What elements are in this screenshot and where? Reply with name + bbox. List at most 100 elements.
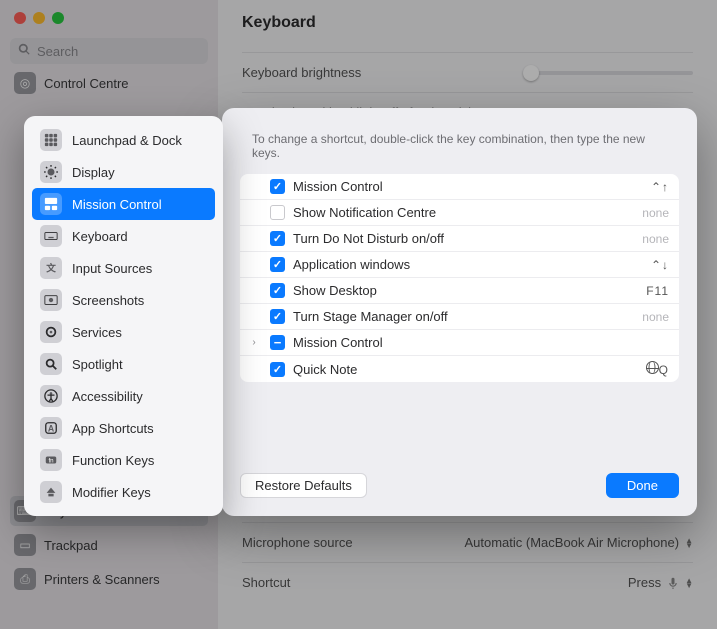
disclosure-icon: › — [246, 337, 262, 348]
sidebar-item-control-centre[interactable]: ◎ Control Centre — [10, 68, 208, 98]
shortcut-row[interactable]: Show DesktopF11 — [240, 277, 679, 303]
app-shortcuts-icon: A — [40, 417, 62, 439]
page-title: Keyboard — [242, 14, 693, 32]
mission-control-icon — [40, 193, 62, 215]
shortcut-keys[interactable]: none — [642, 206, 669, 220]
input-sources-icon: 文 — [40, 257, 62, 279]
sheet-button-bar: Restore Defaults Done — [240, 461, 679, 498]
category-label: Launchpad & Dock — [72, 133, 182, 148]
category-label: Input Sources — [72, 261, 152, 276]
spotlight-icon — [40, 353, 62, 375]
shortcut-row[interactable]: ›Mission Control — [240, 329, 679, 355]
category-function-keys[interactable]: fn Function Keys — [32, 444, 215, 476]
printers-icon: ⎙ — [14, 568, 36, 590]
mic-icon — [667, 577, 679, 589]
shortcut-keys[interactable]: none — [642, 310, 669, 324]
trackpad-icon: ▭ — [14, 534, 36, 556]
display-icon — [40, 161, 62, 183]
category-popover: Launchpad & Dock Display Mission Control Ke… — [24, 116, 223, 516]
category-accessibility[interactable]: Accessibility — [32, 380, 215, 412]
shortcut-row[interactable]: Mission Control⌃↑ — [240, 174, 679, 199]
category-label: Accessibility — [72, 389, 143, 404]
search-input[interactable]: Search — [10, 38, 208, 64]
globe-icon — [646, 361, 659, 374]
sidebar-item-printers[interactable]: ⎙ Printers & Scanners — [10, 564, 208, 594]
shortcut-keys[interactable]: F11 — [646, 284, 669, 298]
shortcut-keys[interactable]: ⌃↓ — [651, 258, 669, 272]
brightness-label: Keyboard brightness — [242, 65, 361, 80]
shortcut-list: Mission Control⌃↑Show Notification Centr… — [240, 174, 679, 382]
shortcut-row[interactable]: Application windows⌃↓ — [240, 251, 679, 277]
sidebar-item-label: Printers & Scanners — [44, 572, 160, 587]
search-icon — [18, 43, 31, 59]
search-placeholder: Search — [37, 44, 78, 59]
checkbox[interactable] — [270, 362, 285, 377]
category-keyboard[interactable]: Keyboard — [32, 220, 215, 252]
category-label: Display — [72, 165, 115, 180]
screenshots-icon — [40, 289, 62, 311]
category-label: Services — [72, 325, 122, 340]
checkbox[interactable] — [270, 179, 285, 194]
shortcut-row[interactable]: Show Notification Centrenone — [240, 199, 679, 225]
shortcuts-sheet: To change a shortcut, double-click the k… — [222, 108, 697, 516]
category-app-shortcuts[interactable]: AApp Shortcuts — [32, 412, 215, 444]
category-label: Screenshots — [72, 293, 144, 308]
checkbox[interactable] — [270, 283, 285, 298]
category-label: Modifier Keys — [72, 485, 151, 500]
shortcut-row[interactable]: Turn Do Not Disturb on/offnone — [240, 225, 679, 251]
shortcut-name: Application windows — [293, 257, 651, 272]
svg-text:fn: fn — [48, 458, 53, 465]
category-input-sources[interactable]: 文 Input Sources — [32, 252, 215, 284]
checkbox[interactable] — [270, 309, 285, 324]
brightness-slider[interactable] — [523, 71, 693, 75]
category-screenshots[interactable]: Screenshots — [32, 284, 215, 316]
checkbox[interactable] — [270, 335, 285, 350]
shortcut-name: Turn Stage Manager on/off — [293, 309, 642, 324]
control-centre-icon: ◎ — [14, 72, 36, 94]
shortcut-keys[interactable]: none — [642, 232, 669, 246]
stepper-icon — [685, 578, 693, 588]
services-icon — [40, 321, 62, 343]
category-mission-control[interactable]: Mission Control — [32, 188, 215, 220]
sidebar-item-label: Control Centre — [44, 76, 129, 91]
shortcut-name: Quick Note — [293, 362, 646, 377]
shortcut-row[interactable]: Turn Stage Manager on/offnone — [240, 303, 679, 329]
sidebar-item-label: Trackpad — [44, 538, 98, 553]
category-modifier-keys[interactable]: Modifier Keys — [32, 476, 215, 508]
checkbox[interactable] — [270, 205, 285, 220]
shortcut-name: Show Notification Centre — [293, 205, 642, 220]
minimize-window-button[interactable] — [33, 12, 45, 24]
shortcut-name: Turn Do Not Disturb on/off — [293, 231, 642, 246]
done-button[interactable]: Done — [606, 473, 679, 498]
shortcut-keys[interactable]: ⌃↑ — [651, 180, 669, 194]
accessibility-icon — [40, 385, 62, 407]
sidebar-item-trackpad[interactable]: ▭ Trackpad — [10, 530, 208, 560]
category-services[interactable]: Services — [32, 316, 215, 348]
shortcut-name: Show Desktop — [293, 283, 646, 298]
shortcut-value[interactable]: Press — [628, 575, 693, 590]
svg-text:文: 文 — [45, 263, 56, 275]
shortcut-row[interactable]: Quick NoteQ — [240, 355, 679, 382]
sheet-hint: To change a shortcut, double-click the k… — [240, 126, 679, 174]
keyboard-icon — [40, 225, 62, 247]
checkbox[interactable] — [270, 231, 285, 246]
launchpad-icon — [40, 129, 62, 151]
window-controls — [10, 8, 208, 34]
checkbox[interactable] — [270, 257, 285, 272]
shortcut-keys[interactable]: Q — [646, 361, 669, 377]
restore-defaults-button[interactable]: Restore Defaults — [240, 473, 367, 498]
shortcut-text: Press — [628, 575, 661, 590]
function-keys-icon: fn — [40, 449, 62, 471]
category-label: Keyboard — [72, 229, 128, 244]
mic-value: Automatic (MacBook Air Microphone) — [464, 535, 679, 550]
category-spotlight[interactable]: Spotlight — [32, 348, 215, 380]
shortcut-name: Mission Control — [293, 179, 651, 194]
stepper-icon — [685, 538, 693, 548]
category-display[interactable]: Display — [32, 156, 215, 188]
svg-text:A: A — [48, 424, 55, 434]
zoom-window-button[interactable] — [52, 12, 64, 24]
close-window-button[interactable] — [14, 12, 26, 24]
category-label: Function Keys — [72, 453, 154, 468]
mic-popup[interactable]: Automatic (MacBook Air Microphone) — [464, 535, 693, 550]
category-launchpad[interactable]: Launchpad & Dock — [32, 124, 215, 156]
